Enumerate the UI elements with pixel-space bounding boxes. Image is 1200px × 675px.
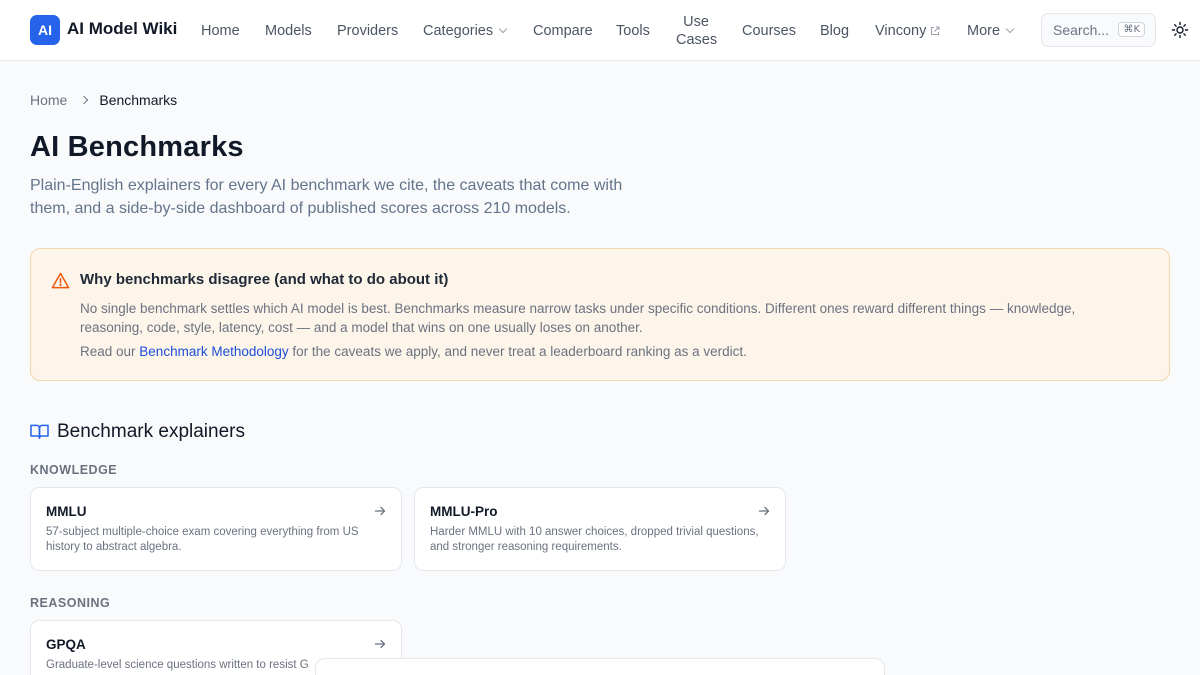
callout-body: No single benchmark settles which AI mod…: [80, 301, 1076, 335]
card-title: GPQA: [46, 637, 86, 652]
open-book-icon: [30, 423, 49, 440]
nav-categories[interactable]: Categories: [423, 0, 508, 61]
search-input[interactable]: Search... ⌘K: [1041, 13, 1156, 47]
chevron-down-icon: [498, 24, 508, 33]
page-intro: Plain-English explainers for every AI be…: [30, 177, 623, 217]
benchmark-card-mmlu-pro[interactable]: MMLU-Pro Harder MMLU with 10 answer choi…: [414, 487, 786, 571]
page-title: AI Benchmarks: [30, 131, 244, 163]
card-title: MMLU-Pro: [430, 504, 498, 519]
chevron-right-icon: [80, 95, 89, 105]
card-description: Harder MMLU with 10 answer choices, drop…: [430, 526, 759, 553]
keyboard-shortcut-badge: ⌘K: [1118, 22, 1145, 37]
warning-triangle-icon: [51, 271, 70, 290]
arrow-right-icon: [374, 505, 386, 517]
breadcrumb-home-link[interactable]: Home: [30, 92, 67, 108]
search-placeholder: Search...: [1053, 22, 1110, 38]
sun-icon[interactable]: [1171, 21, 1189, 39]
category-label: KNOWLEDGE: [30, 463, 118, 477]
nav-providers[interactable]: Providers: [337, 0, 398, 61]
card-title: MMLU: [46, 504, 87, 519]
category-label: REASONING: [30, 596, 111, 610]
benchmark-methodology-link[interactable]: Benchmark Methodology: [139, 344, 288, 359]
breadcrumb: Home Benchmarks: [30, 92, 177, 108]
site-name[interactable]: AI Model Wiki: [67, 19, 177, 39]
callout-title: Why benchmarks disagree (and what to do …: [80, 271, 449, 288]
nav-compare[interactable]: Compare: [533, 0, 593, 61]
arrow-right-icon: [758, 505, 770, 517]
external-link-icon: [930, 25, 940, 36]
breadcrumb-current: Benchmarks: [99, 92, 178, 108]
callout-read-more: Read our Benchmark Methodology for the c…: [80, 344, 747, 359]
section-title: Benchmark explainers: [57, 421, 245, 442]
nav-blog[interactable]: Blog: [820, 0, 849, 61]
logo-badge[interactable]: AI: [30, 15, 60, 45]
top-navigation-bar: AI AI Model Wiki Home Models Providers C…: [0, 0, 1200, 61]
chevron-down-icon: [1005, 24, 1015, 33]
nav-models[interactable]: Models: [265, 0, 312, 61]
nav-courses[interactable]: Courses: [742, 0, 796, 61]
nav-home[interactable]: Home: [201, 0, 240, 61]
nav-vincony[interactable]: Vincony: [875, 0, 940, 61]
arrow-right-icon: [374, 638, 386, 650]
floating-panel: [315, 658, 885, 675]
nav-use-cases[interactable]: Use Cases: [676, 0, 717, 61]
nav-tools[interactable]: Tools: [616, 0, 650, 61]
nav-more[interactable]: More: [967, 0, 1015, 61]
benchmark-card-mmlu[interactable]: MMLU 57-subject multiple-choice exam cov…: [30, 487, 402, 571]
warning-callout: Why benchmarks disagree (and what to do …: [30, 248, 1170, 381]
card-description: 57-subject multiple-choice exam covering…: [46, 526, 359, 553]
